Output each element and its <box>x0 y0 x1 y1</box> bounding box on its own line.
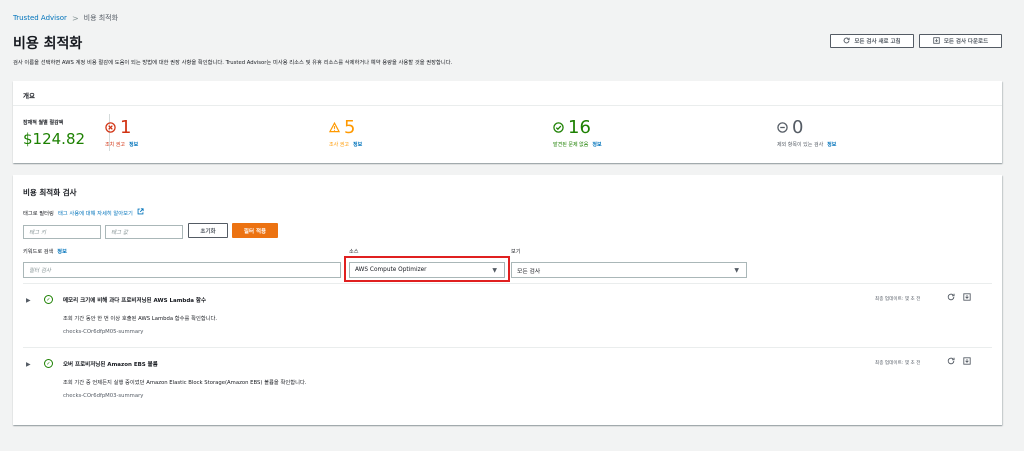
breadcrumb: Trusted Advisor > 비용 최적화 <box>13 13 118 23</box>
breadcrumb-trusted-advisor-link[interactable]: Trusted Advisor <box>13 14 67 22</box>
overview-header: 개요 <box>13 81 1002 106</box>
check-description: 조회 기간 동안 한 번 이상 호출된 AWS Lambda 함수를 확인합니다… <box>63 316 218 322</box>
tag-filter-label: 태그로 필터링 태그 사용에 대해 자세히 알아보기 <box>23 208 144 217</box>
tag-value-input[interactable]: 태그 값 <box>105 225 183 239</box>
stat-investigate-label: 조사 권고 <box>329 142 349 148</box>
check-circle-icon <box>553 119 564 137</box>
stat-ok-info-link[interactable]: 정보 <box>592 141 601 148</box>
download-all-label: 모든 검사 다운로드 <box>943 39 989 45</box>
tag-learn-more-link[interactable]: 태그 사용에 대해 자세히 알아보기 <box>58 209 133 217</box>
page-description: 검사 이름을 선택하면 AWS 계정 비용 절감에 도움이 되는 방법에 대한 … <box>13 60 453 66</box>
stat-action-recommended: 1 조치 권고 정보 <box>105 117 138 149</box>
stat-ok-count: 16 <box>568 117 591 138</box>
check-name[interactable]: 메모리 크기에 비해 과다 프로비저닝된 AWS Lambda 함수 <box>63 296 206 304</box>
tag-filter-text: 태그로 필터링 <box>23 210 54 217</box>
caret-down-icon: ▼ <box>734 267 739 274</box>
download-all-checks-button[interactable]: 모든 검사 다운로드 <box>919 34 1002 48</box>
warning-triangle-icon <box>328 119 341 137</box>
download-icon[interactable] <box>963 357 971 367</box>
stat-action-count: 1 <box>120 117 132 138</box>
check-description: 조회 기간 중 언제든지 실행 중이었던 Amazon Elastic Bloc… <box>63 380 307 386</box>
keyword-search-input[interactable]: 필터 검사 <box>23 262 341 278</box>
refresh-icon <box>843 37 850 46</box>
refresh-all-label: 모든 검사 새로 고침 <box>854 39 901 45</box>
stat-action-info-link[interactable]: 정보 <box>129 141 138 148</box>
refresh-all-checks-button[interactable]: 모든 검사 새로 고침 <box>830 34 914 48</box>
check-row-lambda[interactable]: ▶ ✓ 메모리 크기에 비해 과다 프로비저닝된 AWS Lambda 함수 조… <box>13 287 1002 351</box>
keyword-label-text: 키워드로 검색 <box>23 249 54 255</box>
x-circle-icon <box>105 119 116 137</box>
page: Trusted Advisor > 비용 최적화 비용 최적화 검사 이름을 선… <box>0 0 1024 451</box>
check-circle-icon: ✓ <box>44 359 53 368</box>
check-circle-icon: ✓ <box>44 295 53 304</box>
expand-caret-right-icon[interactable]: ▶ <box>26 297 31 304</box>
download-icon[interactable] <box>963 293 971 303</box>
stat-investigate-info-link[interactable]: 정보 <box>353 141 362 148</box>
stat-excluded-label: 제외 항목이 있는 검사 <box>777 142 824 148</box>
source-label: 소스 <box>349 249 359 255</box>
keyword-info-link[interactable]: 정보 <box>57 248 67 255</box>
stat-action-label: 조치 권고 <box>105 142 125 148</box>
refresh-icon[interactable] <box>947 357 955 367</box>
breadcrumb-current: 비용 최적화 <box>83 14 119 22</box>
overview-panel: 개요 잠재적 월별 절감액 $124.82 1 조치 권고 정보 5 조사 권고… <box>13 81 1002 163</box>
check-id: checks-COr6dfpM03-summary <box>63 393 144 399</box>
tag-key-input[interactable]: 태그 키 <box>23 225 101 239</box>
source-select-highlight <box>344 256 510 282</box>
reset-filter-button[interactable]: 초기화 <box>188 223 228 238</box>
external-link-icon[interactable] <box>137 208 144 217</box>
expand-caret-right-icon[interactable]: ▶ <box>26 361 31 368</box>
stat-excluded-items: 0 제외 항목이 있는 검사 정보 <box>777 117 836 149</box>
view-select-value: 모든 검사 <box>517 268 541 275</box>
keyword-search-label: 키워드로 검색 정보 <box>23 248 67 255</box>
view-label: 보기 <box>511 249 521 255</box>
check-name[interactable]: 오버 프로비저닝된 Amazon EBS 볼륨 <box>63 360 158 368</box>
checks-title: 비용 최적화 검사 <box>23 188 77 197</box>
stat-investigate-count: 5 <box>344 117 356 138</box>
page-title: 비용 최적화 <box>13 36 83 52</box>
download-icon <box>933 36 940 46</box>
view-select[interactable]: 모든 검사 ▼ <box>511 262 747 278</box>
stat-investigation-recommended: 5 조사 권고 정보 <box>328 117 362 148</box>
stat-excluded-info-link[interactable]: 정보 <box>827 141 836 148</box>
checks-divider <box>23 283 992 284</box>
refresh-icon[interactable] <box>947 293 955 303</box>
check-last-updated: 최종 업데이트: 몇 초 전 <box>875 361 921 366</box>
stat-ok-label: 발견된 문제 없음 <box>553 142 589 148</box>
overview-title: 개요 <box>23 92 35 100</box>
apply-filter-button[interactable]: 필터 적용 <box>232 223 278 238</box>
check-last-updated: 최종 업데이트: 몇 초 전 <box>875 297 921 302</box>
cost-optimization-checks-panel: 비용 최적화 검사 태그로 필터링 태그 사용에 대해 자세히 알아보기 태그 … <box>13 175 1002 425</box>
checks-divider <box>23 347 992 348</box>
breadcrumb-separator: > <box>71 13 79 23</box>
stat-excluded-count: 0 <box>792 117 804 138</box>
savings-label: 잠재적 월별 절감액 <box>23 120 64 126</box>
minus-circle-icon <box>777 119 788 137</box>
check-id: checks-COr6dfpM05-summary <box>63 329 144 335</box>
stat-no-problems: 16 발견된 문제 없음 정보 <box>553 117 602 149</box>
check-row-ebs[interactable]: ▶ ✓ 오버 프로비저닝된 Amazon EBS 볼륨 조회 기간 중 언제든지… <box>13 351 1002 415</box>
savings-value: $124.82 <box>23 130 86 148</box>
